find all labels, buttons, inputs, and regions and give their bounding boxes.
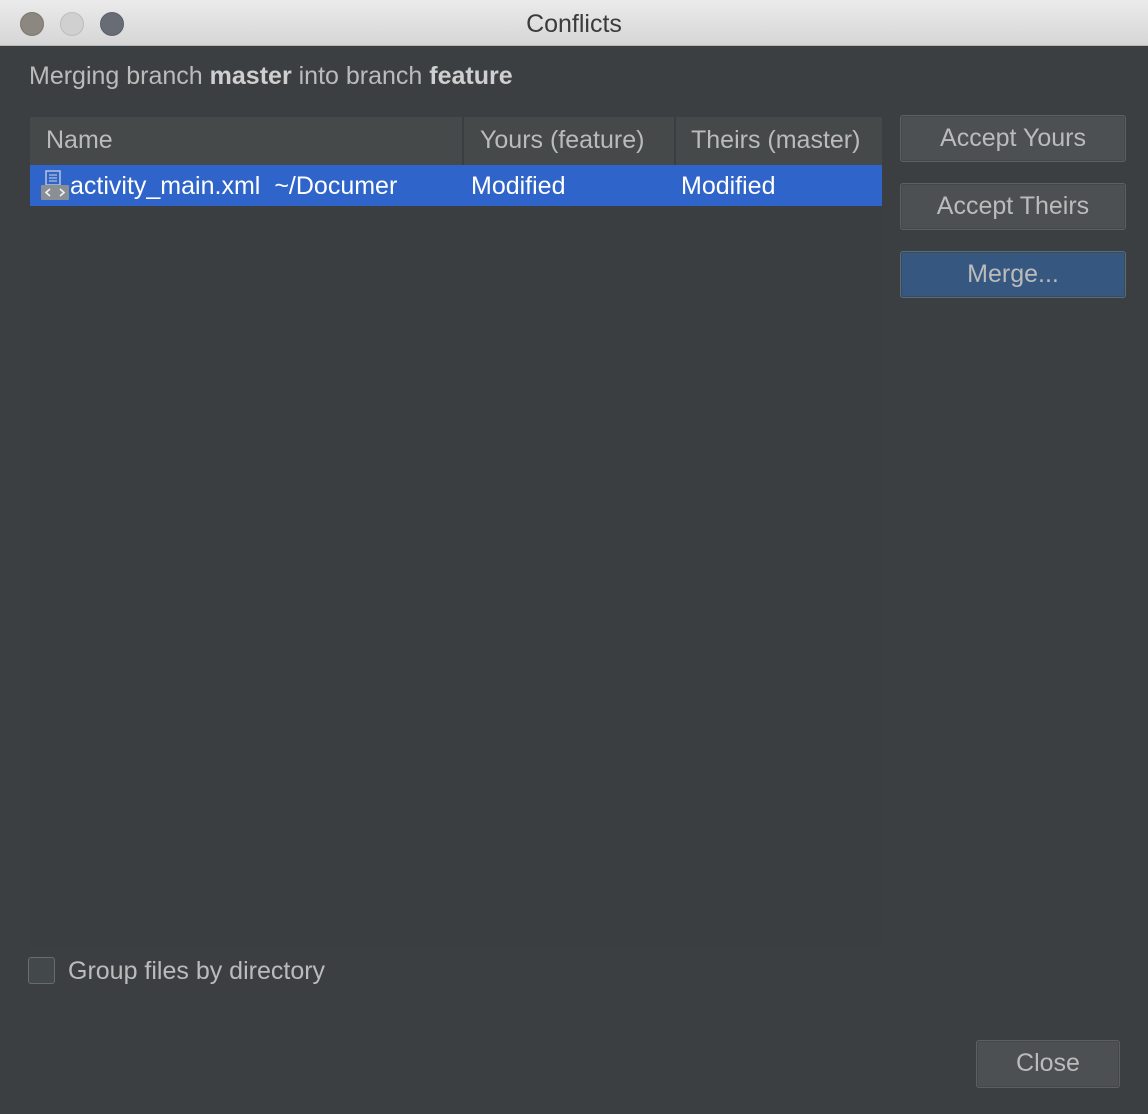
row-theirs-status: Modified bbox=[681, 172, 776, 200]
table-row[interactable]: activity_main.xml ~/Documer Modified Modi… bbox=[30, 165, 882, 206]
xml-file-icon bbox=[41, 170, 69, 200]
target-branch: feature bbox=[429, 62, 513, 90]
merge-description: Merging branch master into branch featur… bbox=[29, 62, 513, 91]
merge-button[interactable]: Merge... bbox=[900, 251, 1126, 298]
file-path: ~/Documer bbox=[274, 172, 398, 200]
column-header-yours[interactable]: Yours (feature) bbox=[464, 117, 676, 165]
column-header-theirs[interactable]: Theirs (master) bbox=[676, 117, 882, 165]
file-name: activity_main.xml bbox=[70, 172, 261, 200]
accept-yours-button[interactable]: Accept Yours bbox=[900, 115, 1126, 162]
row-yours-status: Modified bbox=[471, 172, 566, 200]
merge-description-prefix: Merging branch bbox=[29, 62, 203, 90]
window-title: Conflicts bbox=[526, 10, 622, 38]
merge-description-middle: into branch bbox=[298, 62, 423, 90]
row-name-cell: activity_main.xml ~/Documer bbox=[70, 165, 471, 206]
table-header: Name Yours (feature) Theirs (master) bbox=[30, 117, 882, 165]
group-by-directory-checkbox[interactable] bbox=[28, 957, 55, 984]
group-by-directory-label[interactable]: Group files by directory bbox=[68, 955, 325, 987]
close-button[interactable]: Close bbox=[976, 1040, 1120, 1088]
title-bar: Conflicts bbox=[0, 0, 1148, 46]
conflicts-table: Name Yours (feature) Theirs (master) act… bbox=[30, 117, 882, 948]
source-branch: master bbox=[209, 62, 292, 90]
accept-theirs-button[interactable]: Accept Theirs bbox=[900, 183, 1126, 230]
conflicts-dialog: Conflicts Merging branch master into bra… bbox=[0, 0, 1148, 1114]
column-header-name[interactable]: Name bbox=[30, 117, 464, 165]
